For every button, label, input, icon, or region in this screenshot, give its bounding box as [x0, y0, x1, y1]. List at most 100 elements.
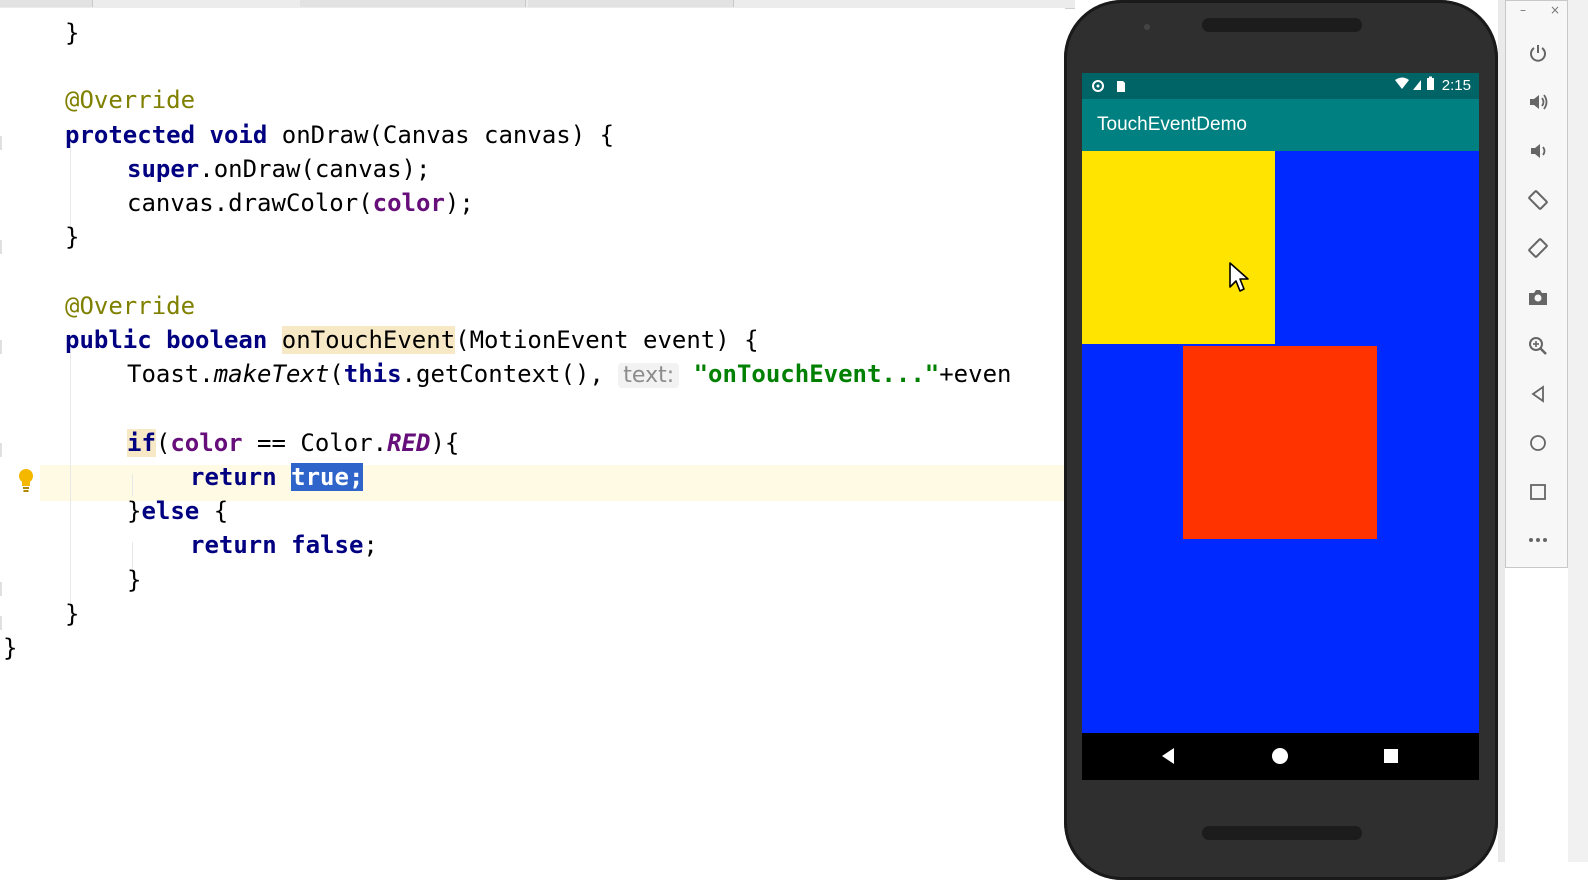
screenshot-button[interactable]	[1526, 285, 1550, 309]
more-icon	[1529, 538, 1547, 542]
method-name: onTouchEvent	[281, 326, 456, 354]
code-line-5: canvas.drawColor(color);	[127, 186, 474, 220]
code-line-12: }else {	[127, 494, 228, 528]
device-screen[interactable]: 2:15 TouchEventDemo	[1082, 73, 1479, 780]
code-line-4: super.onDraw(canvas);	[127, 152, 430, 186]
speaker-grille	[1202, 18, 1362, 32]
keyword: public	[65, 326, 152, 354]
keyword: protected	[65, 121, 196, 149]
code-text: (	[329, 360, 344, 388]
code-line-7: @Override	[65, 289, 195, 323]
indent-guide	[70, 352, 71, 607]
annotation: @Override	[65, 86, 196, 114]
gutter-fold-marker[interactable]	[0, 582, 2, 596]
home-icon	[1272, 748, 1288, 764]
overview-button[interactable]	[1526, 480, 1550, 504]
nav-recents-button[interactable]	[1379, 744, 1403, 768]
touch-demo-content[interactable]	[1082, 151, 1479, 733]
code-line-10: if(color == Color.RED){	[127, 426, 459, 460]
home-button[interactable]	[1526, 431, 1550, 455]
rotate-left-icon	[1528, 190, 1548, 210]
nav-back-button[interactable]	[1156, 744, 1180, 768]
volume-up-icon	[1530, 94, 1548, 110]
emulator-frame-edge	[1498, 0, 1505, 862]
gutter-fold-marker[interactable]	[0, 240, 2, 254]
text-selection[interactable]: true;	[291, 463, 364, 491]
status-bar: 2:15	[1082, 73, 1479, 99]
code-line-13: return false;	[190, 528, 378, 562]
code-text: ;	[363, 531, 378, 559]
keyword: return	[190, 531, 277, 559]
gutter-fold-marker[interactable]	[0, 136, 2, 150]
code-text: (	[155, 429, 171, 457]
code-text: canvas.drawColor(	[127, 189, 373, 217]
code-line-16: }	[3, 634, 18, 662]
code-text: onDraw(Canvas canvas) {	[267, 121, 615, 149]
back-button[interactable]	[1526, 382, 1550, 406]
volume-up-button[interactable]	[1526, 90, 1550, 114]
emulator-toolbar: – ×	[1505, 0, 1568, 568]
constant-reference: RED	[387, 429, 431, 457]
field-reference: color	[170, 429, 243, 457]
code-text: .onDraw(canvas);	[199, 155, 431, 183]
red-touch-view[interactable]	[1183, 346, 1377, 539]
code-line-14: }	[127, 566, 142, 594]
home-icon	[1530, 435, 1546, 451]
string-literal: "onTouchEvent..."	[693, 360, 940, 388]
volume-down-button[interactable]	[1526, 139, 1550, 163]
code-line-9: Toast.makeText(this.getContext(), text: …	[127, 357, 1011, 393]
android-emulator-device: 2:15 TouchEventDemo	[1064, 0, 1498, 880]
indent-guide	[132, 474, 133, 496]
code-text: {	[199, 497, 229, 525]
recents-icon	[1384, 749, 1398, 763]
zoom-icon	[1529, 337, 1547, 355]
code-text: == Color.	[242, 429, 388, 457]
navigation-bar	[1082, 733, 1479, 780]
keyword: if	[127, 429, 156, 457]
gutter-fold-marker[interactable]	[0, 616, 2, 630]
code-text: }	[127, 497, 142, 525]
keyword: boolean	[166, 326, 268, 354]
minimize-button[interactable]: –	[1520, 3, 1526, 17]
app-bar: TouchEventDemo	[1082, 99, 1479, 151]
back-icon	[1531, 385, 1544, 403]
gutter-fold-marker[interactable]	[0, 443, 2, 457]
keyword: void	[209, 121, 268, 149]
annotation: @Override	[65, 292, 196, 320]
rotate-right-icon	[1528, 238, 1548, 258]
editor-tab[interactable]	[300, 0, 526, 7]
app-title: TouchEventDemo	[1097, 114, 1247, 135]
code-line-15: }	[65, 600, 80, 628]
static-method: makeText	[213, 360, 330, 388]
volume-down-icon	[1531, 144, 1546, 158]
gutter-fold-marker[interactable]	[0, 340, 2, 354]
lightbulb-icon[interactable]	[18, 468, 34, 494]
code-line-11: return true;	[190, 460, 364, 494]
code-line-3: protected void onDraw(Canvas canvas) {	[65, 118, 614, 152]
code-text: +even	[939, 360, 1012, 388]
code-line-2: @Override	[65, 83, 195, 117]
rotate-left-button[interactable]	[1526, 188, 1550, 212]
overview-icon	[1530, 484, 1546, 500]
more-button[interactable]	[1526, 528, 1550, 552]
power-button[interactable]	[1526, 41, 1550, 65]
nav-home-button[interactable]	[1268, 744, 1292, 768]
close-button[interactable]: ×	[1550, 3, 1560, 17]
editor-tab[interactable]	[0, 0, 93, 7]
camera-icon	[1529, 290, 1547, 305]
status-right: 2:15	[1394, 76, 1471, 94]
zoom-button[interactable]	[1526, 334, 1550, 358]
keyword: this	[343, 360, 402, 388]
yellow-touch-view[interactable]	[1082, 151, 1275, 344]
code-editor[interactable]: } @Override protected void onDraw(Canvas…	[0, 8, 1065, 862]
editor-tab[interactable]	[528, 0, 734, 7]
code-text: (MotionEvent event) {	[455, 326, 759, 354]
keyword: false	[291, 531, 364, 559]
status-time: 2:15	[1441, 77, 1471, 94]
rotate-right-button[interactable]	[1526, 236, 1550, 260]
wifi-signal-battery-icon	[1394, 76, 1434, 90]
front-camera	[1144, 24, 1150, 30]
code-line-8: public boolean onTouchEvent(MotionEvent …	[65, 323, 759, 357]
keyword: else	[141, 497, 200, 525]
notification-icons	[1092, 80, 1125, 92]
